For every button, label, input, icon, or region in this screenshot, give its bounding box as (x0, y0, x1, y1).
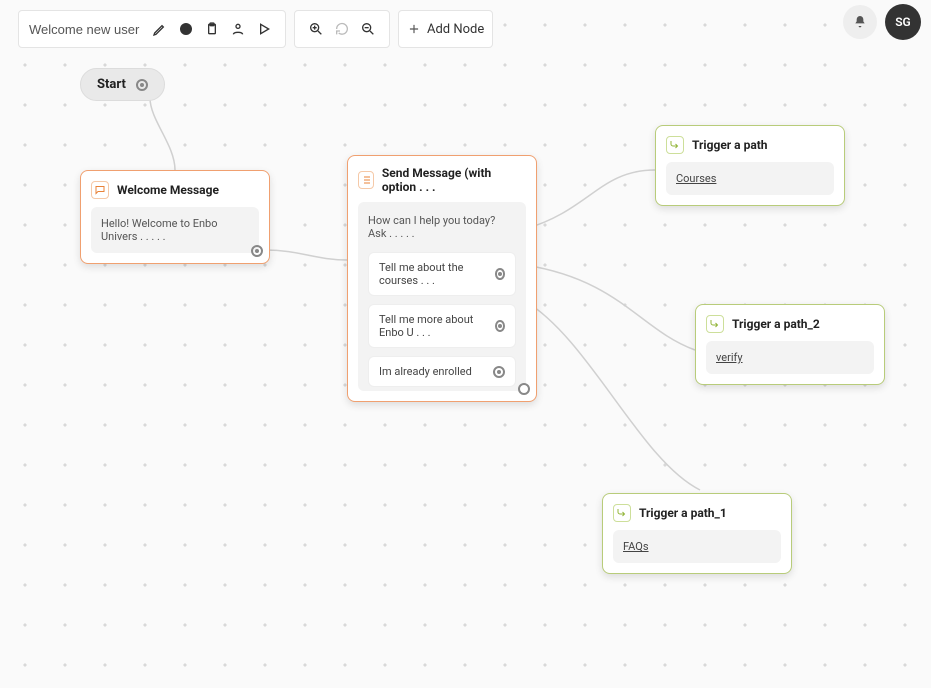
zoom-reset-icon[interactable] (329, 16, 355, 42)
option-label: Tell me more about Enbo U . . . (379, 313, 495, 339)
node-body: Courses (666, 162, 834, 195)
list-icon (358, 171, 374, 189)
play-icon[interactable] (251, 16, 277, 42)
output-port-icon[interactable] (495, 268, 505, 280)
zoom-in-icon[interactable] (303, 16, 329, 42)
clipboard-icon[interactable] (199, 16, 225, 42)
node-header: Trigger a path (666, 136, 834, 154)
zoom-panel (294, 10, 390, 48)
path-link[interactable]: FAQs (623, 540, 649, 553)
output-port-icon[interactable] (251, 245, 263, 257)
node-title: Trigger a path_2 (732, 317, 820, 331)
node-prompt-text: How can I help you today? Ask . . . . . (368, 212, 516, 244)
start-node[interactable]: Start (80, 68, 165, 101)
title-panel: i (18, 10, 286, 48)
option-label: Im already enrolled (379, 365, 472, 378)
bell-icon (852, 14, 868, 30)
add-node-button[interactable]: Add Node (398, 10, 493, 48)
node-send-message[interactable]: Send Message (with option . . . How can … (347, 155, 537, 402)
edit-icon[interactable] (147, 16, 173, 42)
node-title: Trigger a path_1 (639, 506, 727, 520)
path-icon (666, 136, 684, 154)
option-row[interactable]: Tell me about the courses . . . (368, 252, 516, 296)
node-trigger-path-courses[interactable]: Trigger a path Courses (655, 125, 845, 206)
fallback-port-icon[interactable] (518, 383, 530, 395)
user-avatar[interactable]: SG (885, 4, 921, 40)
path-icon (706, 315, 724, 333)
node-body: verify (706, 341, 874, 374)
node-header: Welcome Message (91, 181, 259, 199)
svg-text:i: i (185, 25, 187, 34)
node-options-container: How can I help you today? Ask . . . . . … (358, 202, 526, 391)
path-link[interactable]: Courses (676, 172, 716, 185)
output-port-icon[interactable] (495, 320, 505, 332)
node-header: Send Message (with option . . . (358, 166, 526, 194)
node-title: Trigger a path (692, 138, 768, 152)
top-right-controls: SG (843, 4, 921, 40)
node-body: FAQs (613, 530, 781, 563)
add-node-label: Add Node (427, 22, 484, 37)
node-title: Welcome Message (117, 183, 219, 197)
option-row[interactable]: Im already enrolled (368, 356, 516, 387)
user-icon[interactable] (225, 16, 251, 42)
path-icon (613, 504, 631, 522)
plus-icon (407, 22, 421, 36)
flow-title-input[interactable] (27, 21, 147, 38)
node-header: Trigger a path_1 (613, 504, 781, 522)
start-label: Start (97, 77, 126, 92)
notifications-button[interactable] (843, 5, 877, 39)
output-port-icon[interactable] (136, 79, 148, 91)
node-title: Send Message (with option . . . (382, 166, 526, 194)
option-row[interactable]: Tell me more about Enbo U . . . (368, 304, 516, 348)
node-header: Trigger a path_2 (706, 315, 874, 333)
node-trigger-path-verify[interactable]: Trigger a path_2 verify (695, 304, 885, 385)
top-toolbar: i Add Node (18, 10, 493, 48)
path-link[interactable]: verify (716, 351, 743, 364)
node-welcome-message[interactable]: Welcome Message Hello! Welcome to Enbo U… (80, 170, 270, 264)
node-body-text: Hello! Welcome to Enbo Univers . . . . . (91, 207, 259, 253)
node-trigger-path-faqs[interactable]: Trigger a path_1 FAQs (602, 493, 792, 574)
info-icon[interactable]: i (173, 16, 199, 42)
message-icon (91, 181, 109, 199)
zoom-out-icon[interactable] (355, 16, 381, 42)
option-label: Tell me about the courses . . . (379, 261, 495, 287)
output-port-icon[interactable] (493, 366, 505, 378)
